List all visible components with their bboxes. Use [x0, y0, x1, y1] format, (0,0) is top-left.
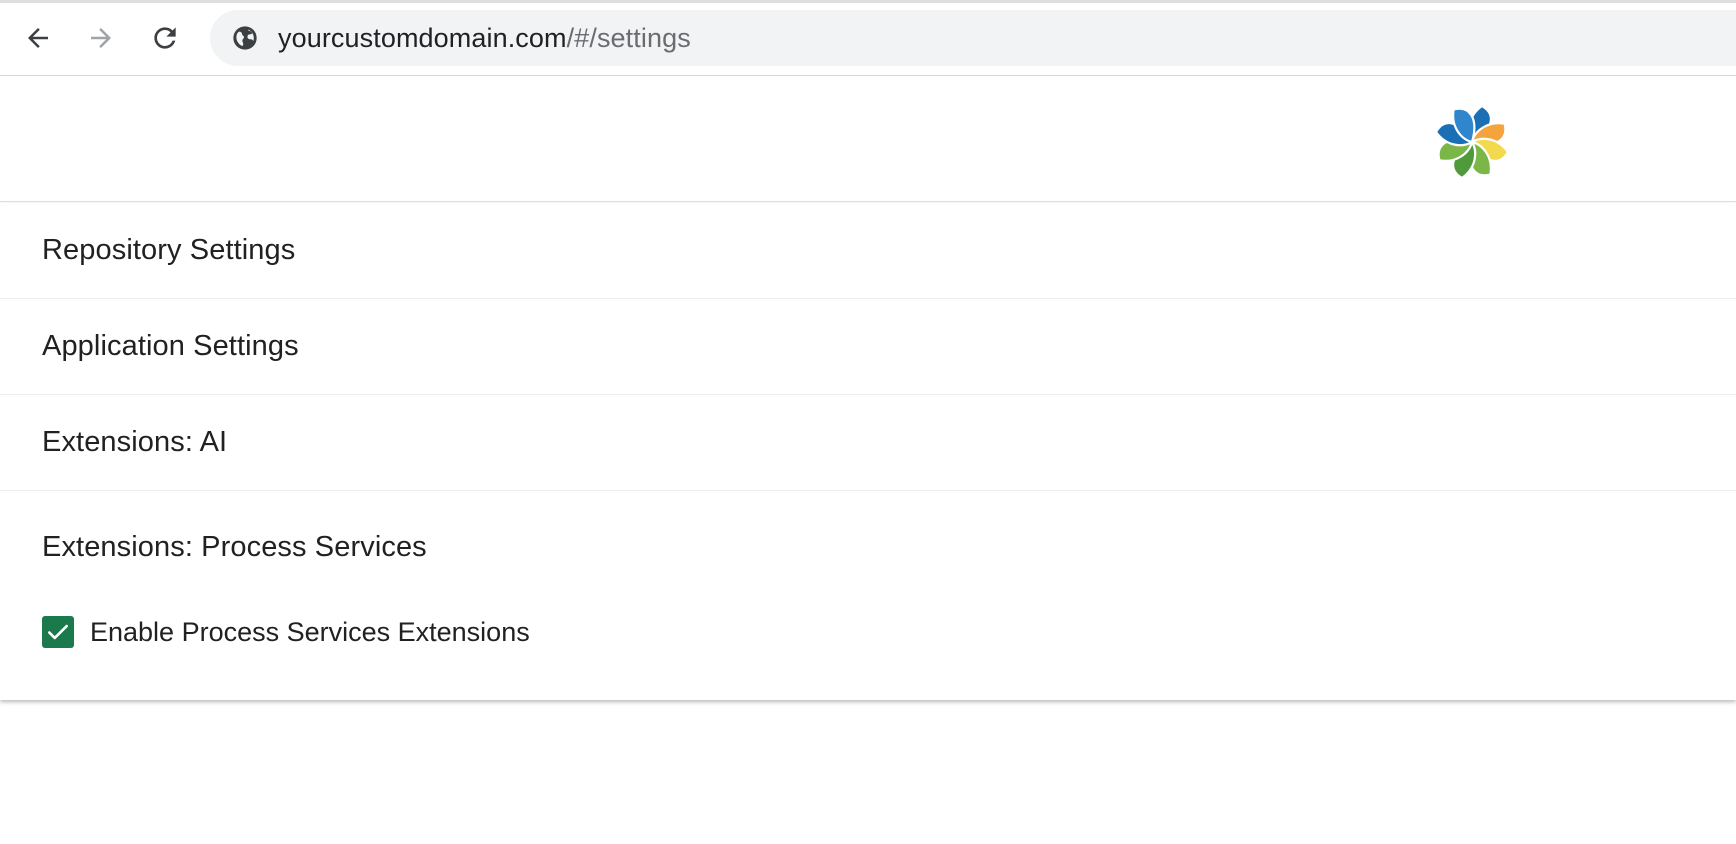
url-text: yourcustomdomain.com/#/settings	[278, 23, 691, 54]
reload-button[interactable]	[141, 14, 189, 62]
url-path: /#/settings	[566, 22, 691, 53]
enable-process-services-checkbox[interactable]	[42, 616, 74, 648]
reload-icon	[154, 27, 176, 49]
tab-strip-edge	[0, 0, 1736, 3]
back-button[interactable]	[14, 14, 62, 62]
section-title: Repository Settings	[42, 234, 296, 266]
enable-process-services-label: Enable Process Services Extensions	[90, 616, 530, 647]
forward-arrow-icon	[91, 28, 111, 48]
settings-panel: Repository Settings Application Settings…	[0, 203, 1736, 700]
section-application-settings[interactable]: Application Settings	[0, 299, 1736, 395]
back-arrow-icon	[28, 28, 48, 48]
site-info-button[interactable]	[230, 23, 260, 53]
url-host: yourcustomdomain.com	[278, 22, 567, 53]
section-repository-settings[interactable]: Repository Settings	[0, 203, 1736, 299]
app-header	[0, 76, 1736, 202]
section-extensions-ai[interactable]: Extensions: AI	[0, 395, 1736, 491]
section-title: Application Settings	[42, 330, 299, 362]
section-title: Extensions: AI	[42, 426, 228, 458]
forward-button[interactable]	[77, 14, 125, 62]
section-title: Extensions: Process Services	[42, 531, 427, 563]
site-info-icon	[233, 26, 257, 50]
app-logo	[1434, 104, 1510, 180]
checkmark-icon	[48, 624, 68, 640]
address-bar[interactable]: yourcustomdomain.com/#/settings	[210, 10, 1736, 66]
enable-process-services-row[interactable]: Enable Process Services Extensions	[42, 616, 1736, 648]
browser-toolbar: yourcustomdomain.com/#/settings	[0, 0, 1736, 76]
section-extensions-process-services: Extensions: Process Services Enable Proc…	[0, 491, 1736, 700]
